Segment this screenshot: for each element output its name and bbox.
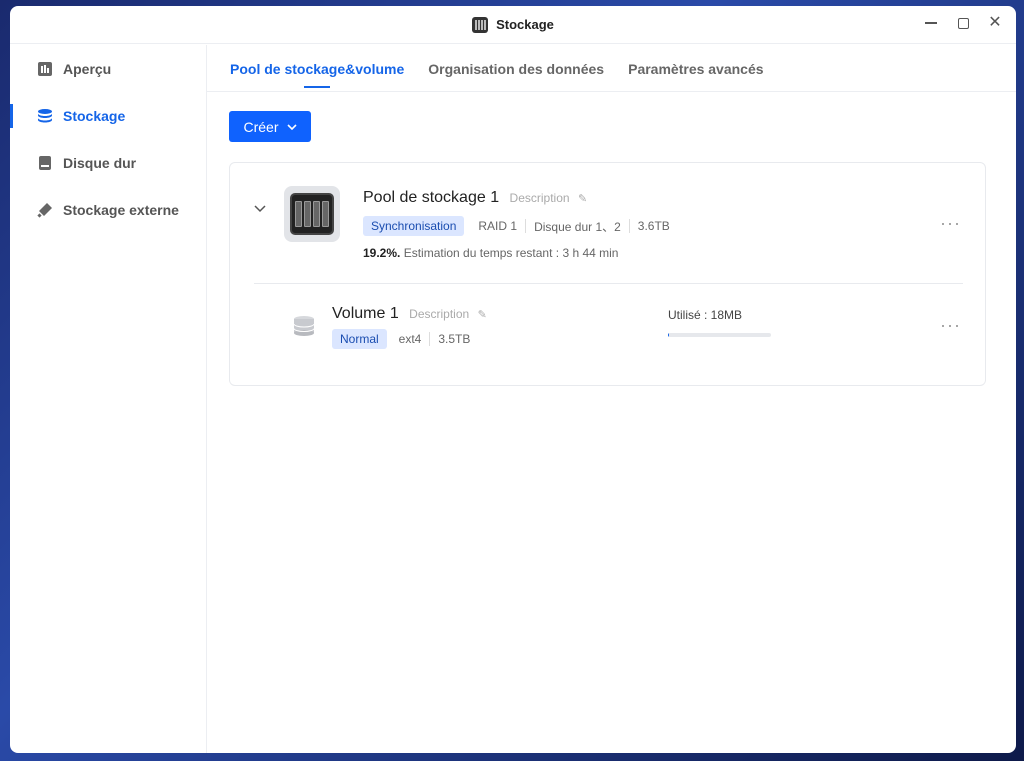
divider [254, 283, 963, 284]
sidebar-item-hard-disk[interactable]: Disque dur [10, 139, 206, 186]
chevron-down-icon [286, 123, 297, 130]
minimize-button[interactable] [924, 16, 938, 30]
create-button-label: Créer [243, 118, 279, 135]
maximize-button[interactable] [956, 16, 970, 30]
sidebar-item-overview[interactable]: Aperçu [10, 45, 206, 92]
volume-meta: Normal ext4 3.5TB [332, 329, 470, 349]
storage-app-icon [472, 16, 489, 33]
sync-progress: 19.2%. Estimation du temps restant : 3 h… [363, 246, 618, 260]
edit-pencil-icon[interactable]: ✎ [478, 309, 487, 321]
pool-meta: Synchronisation RAID 1 Disque dur 1、2 3.… [363, 216, 670, 236]
pool-name: Pool de stockage 1 [363, 189, 500, 206]
sync-percent: 19.2%. [363, 246, 401, 260]
sidebar-item-label: Aperçu [63, 60, 112, 77]
tab-pool-volume[interactable]: Pool de stockage&volume [230, 45, 404, 92]
sidebar: Aperçu Stockage Disque dur Stockage exte… [10, 45, 207, 753]
pool-more-icon[interactable]: ··· [940, 213, 961, 234]
create-button[interactable]: Créer [229, 111, 311, 142]
volume-name: Volume 1 [332, 305, 399, 322]
volume-status-badge: Normal [332, 329, 387, 349]
pool-disks: Disque dur 1、2 [534, 219, 621, 234]
tab-bar: Pool de stockage&volume Organisation des… [207, 45, 1016, 92]
pool-raid: RAID 1 [478, 219, 518, 233]
volume-usage-bar [668, 333, 771, 337]
pool-title: Pool de stockage 1 Description ✎ [363, 189, 587, 207]
sidebar-item-storage[interactable]: Stockage [10, 92, 206, 139]
volume-more-icon[interactable]: ··· [940, 315, 961, 336]
sidebar-item-label: Stockage externe [63, 201, 179, 218]
main-content: Pool de stockage&volume Organisation des… [207, 45, 1016, 753]
window-title: Stockage [496, 17, 554, 32]
storage-pool-icon [284, 186, 340, 242]
close-button[interactable]: ✕ [988, 15, 1002, 31]
sidebar-item-external-storage[interactable]: Stockage externe [10, 186, 206, 233]
pool-description-link[interactable]: Description [510, 191, 570, 205]
usb-icon [37, 202, 53, 218]
volume-icon [293, 316, 315, 336]
volume-used-label: Utilisé : 18MB [668, 308, 743, 322]
volume-capacity: 3.5TB [438, 332, 471, 346]
storage-pool-card: Pool de stockage 1 Description ✎ Synchro… [229, 162, 986, 386]
tab-advanced-settings[interactable]: Paramètres avancés [628, 45, 763, 92]
sync-remaining-time: Estimation du temps restant : 3 h 44 min [403, 246, 619, 260]
title-bar: Stockage ✕ [10, 6, 1016, 44]
volume-title: Volume 1 Description ✎ [332, 305, 487, 323]
sidebar-item-label: Disque dur [63, 154, 137, 171]
edit-pencil-icon[interactable]: ✎ [578, 193, 587, 205]
volume-filesystem: ext4 [398, 332, 422, 346]
volume-description-link[interactable]: Description [409, 307, 469, 321]
tab-data-organization[interactable]: Organisation des données [428, 45, 604, 92]
chart-icon [37, 61, 53, 77]
pool-status-badge: Synchronisation [363, 216, 465, 236]
hard-drive-icon [37, 155, 53, 171]
volume-usage-fill [668, 333, 669, 337]
sidebar-item-label: Stockage [63, 107, 126, 124]
chevron-down-icon[interactable] [254, 205, 266, 213]
pool-capacity: 3.6TB [637, 219, 670, 233]
storage-window: Stockage ✕ Aperçu Stockage Disque dur St… [10, 6, 1016, 753]
database-icon [37, 108, 53, 124]
